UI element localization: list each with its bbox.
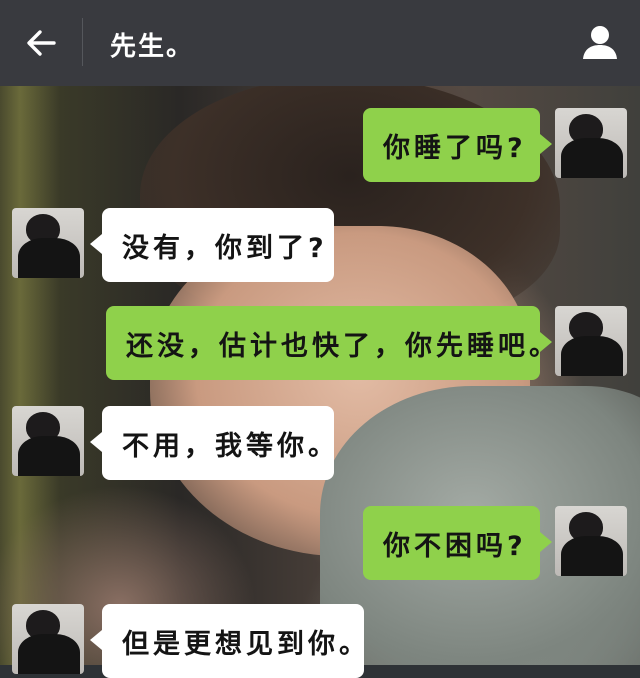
message-bubble-received[interactable]: 但是更想见到你。 [90, 604, 366, 678]
chat-header: 先生。 [0, 0, 640, 86]
message-text: 没有，你到了? [122, 232, 328, 264]
contact-avatar[interactable] [12, 406, 84, 476]
message-bubble-sent[interactable]: 还没，估计也快了，你先睡吧。 [106, 306, 556, 380]
message-bubble-sent[interactable]: 你睡了吗? [363, 108, 552, 182]
back-button[interactable] [18, 22, 64, 64]
message-text: 你不困吗? [383, 530, 527, 562]
message-text: 还没，估计也快了，你先睡吧。 [126, 330, 560, 362]
message-bubble-received[interactable]: 没有，你到了? [90, 208, 334, 282]
my-avatar[interactable] [555, 506, 627, 576]
message-bubble-sent[interactable]: 你不困吗? [363, 506, 552, 580]
message-text: 不用，我等你。 [122, 430, 339, 462]
chat-title: 先生。 [110, 32, 195, 62]
contact-avatar[interactable] [12, 604, 84, 674]
my-avatar[interactable] [555, 306, 627, 376]
message-text: 但是更想见到你。 [122, 628, 370, 660]
my-avatar[interactable] [555, 108, 627, 178]
message-text: 你睡了吗? [383, 132, 527, 164]
contact-avatar[interactable] [12, 208, 84, 278]
person-icon [583, 26, 617, 59]
arrow-left-icon [27, 30, 56, 56]
header-divider [82, 18, 83, 66]
message-bubble-received[interactable]: 不用，我等你。 [90, 406, 335, 480]
profile-button[interactable] [578, 20, 622, 64]
